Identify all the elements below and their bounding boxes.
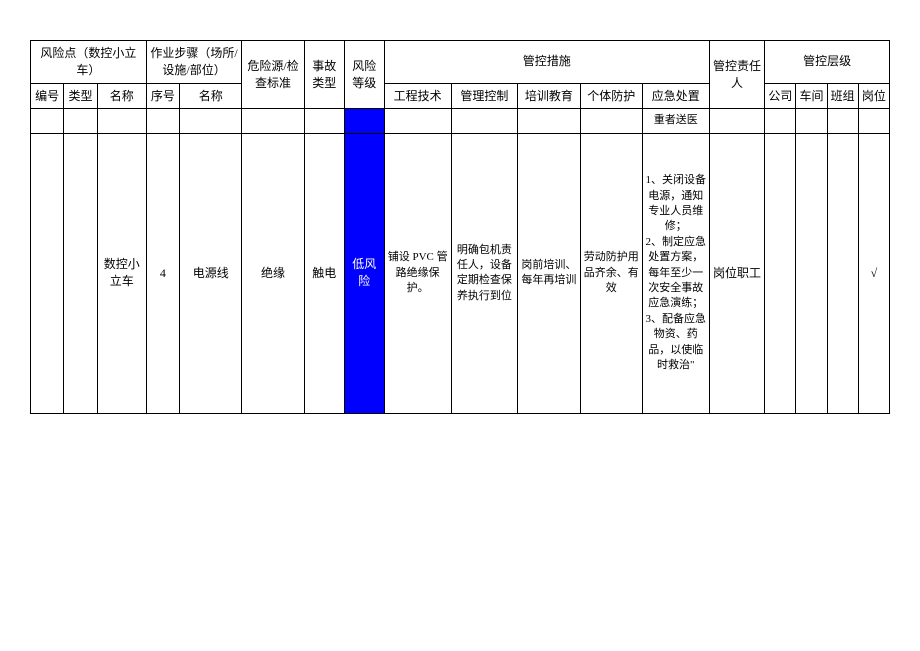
header-responsible: 管控责任人 bbox=[709, 41, 765, 109]
cell-hazard: 绝缘 bbox=[242, 133, 304, 413]
partial-row: 重者送医 bbox=[31, 109, 890, 133]
header-ppe: 个体防护 bbox=[580, 83, 642, 109]
partial-position bbox=[858, 109, 889, 133]
cell-engineering: 铺设 PVC 管路绝缘保护。 bbox=[384, 133, 451, 413]
partial-training bbox=[518, 109, 580, 133]
cell-team bbox=[827, 133, 858, 413]
header-seq: 序号 bbox=[146, 83, 179, 109]
header-hazard: 危险源/检查标准 bbox=[242, 41, 304, 109]
partial-ppe bbox=[580, 109, 642, 133]
header-risk-point: 风险点（数控小立车） bbox=[31, 41, 147, 84]
cell-position: √ bbox=[858, 133, 889, 413]
header-management: 管理控制 bbox=[451, 83, 518, 109]
cell-name: 数控小立车 bbox=[97, 133, 146, 413]
partial-step-name bbox=[180, 109, 242, 133]
header-row-1: 风险点（数控小立车） 作业步骤（场所/设施/部位） 危险源/检查标准 事故类型 … bbox=[31, 41, 890, 84]
table-row: 数控小立车 4 电源线 绝缘 触电 低风险 铺设 PVC 管路绝缘保护。 明确包… bbox=[31, 133, 890, 413]
partial-responsible bbox=[709, 109, 765, 133]
header-workshop: 车间 bbox=[796, 83, 827, 109]
partial-hazard bbox=[242, 109, 304, 133]
header-training: 培训教育 bbox=[518, 83, 580, 109]
header-accident-type: 事故类型 bbox=[304, 41, 344, 109]
header-position: 岗位 bbox=[858, 83, 889, 109]
partial-team bbox=[827, 109, 858, 133]
cell-number bbox=[31, 133, 64, 413]
cell-emergency: 1、关闭设备电源，通知专业人员维修； 2、制定应急处置方案，每年至少一次安全事故… bbox=[642, 133, 709, 413]
partial-risk-level bbox=[344, 109, 384, 133]
cell-risk-level: 低风险 bbox=[344, 133, 384, 413]
header-engineering: 工程技术 bbox=[384, 83, 451, 109]
cell-type bbox=[64, 133, 97, 413]
header-emergency: 应急处置 bbox=[642, 83, 709, 109]
header-work-step: 作业步骤（场所/设施/部位） bbox=[146, 41, 242, 84]
partial-type bbox=[64, 109, 97, 133]
cell-responsible: 岗位职工 bbox=[709, 133, 765, 413]
cell-ppe: 劳动防护用品齐余、有效 bbox=[580, 133, 642, 413]
partial-engineering bbox=[384, 109, 451, 133]
partial-company bbox=[765, 109, 796, 133]
partial-name bbox=[97, 109, 146, 133]
cell-training: 岗前培训、每年再培训 bbox=[518, 133, 580, 413]
partial-accident bbox=[304, 109, 344, 133]
partial-number bbox=[31, 109, 64, 133]
header-company: 公司 bbox=[765, 83, 796, 109]
partial-seq bbox=[146, 109, 179, 133]
cell-workshop bbox=[796, 133, 827, 413]
header-type: 类型 bbox=[64, 83, 97, 109]
risk-assessment-table: 风险点（数控小立车） 作业步骤（场所/设施/部位） 危险源/检查标准 事故类型 … bbox=[30, 40, 890, 414]
cell-step-name: 电源线 bbox=[180, 133, 242, 413]
cell-company bbox=[765, 133, 796, 413]
header-step-name: 名称 bbox=[180, 83, 242, 109]
header-team: 班组 bbox=[827, 83, 858, 109]
partial-workshop bbox=[796, 109, 827, 133]
header-control-level: 管控层级 bbox=[765, 41, 890, 84]
header-risk-level: 风险等级 bbox=[344, 41, 384, 109]
partial-emergency: 重者送医 bbox=[642, 109, 709, 133]
header-number: 编号 bbox=[31, 83, 64, 109]
cell-seq: 4 bbox=[146, 133, 179, 413]
cell-management: 明确包机责任人，设备定期检查保养执行到位 bbox=[451, 133, 518, 413]
cell-accident: 触电 bbox=[304, 133, 344, 413]
header-name: 名称 bbox=[97, 83, 146, 109]
partial-management bbox=[451, 109, 518, 133]
header-control-measures: 管控措施 bbox=[384, 41, 709, 84]
